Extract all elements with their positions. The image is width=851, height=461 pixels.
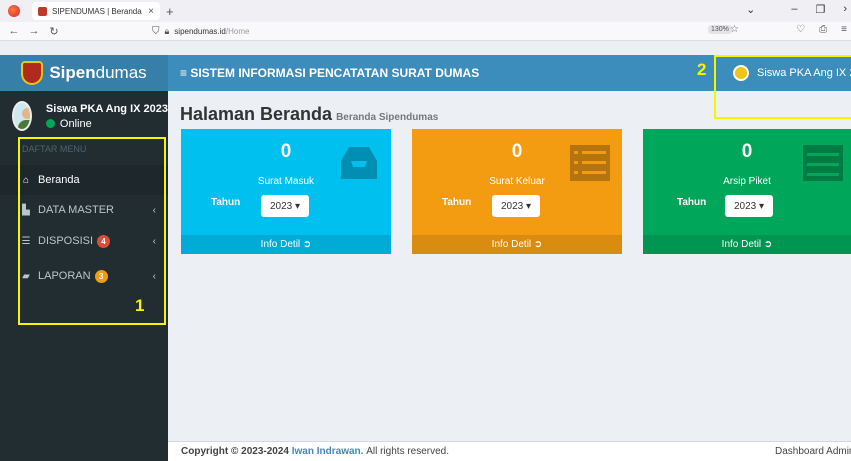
online-dot-icon <box>45 119 55 128</box>
pocket-icon[interactable]: ♡ <box>796 24 805 35</box>
surat-masuk-year-select[interactable]: 2023 ▾ <box>261 195 309 217</box>
list-icon <box>803 145 843 181</box>
arsip-piket-year-select[interactable]: 2023 ▾ <box>725 195 773 217</box>
year-label: Tahun <box>677 197 707 208</box>
back-icon[interactable]: ← <box>8 25 20 37</box>
browser-logo-icon <box>8 5 20 17</box>
tab-title: SIPENDUMAS | Beranda <box>52 6 142 16</box>
lock-icon[interactable]: 🔒︎ <box>165 26 170 37</box>
caret-down-icon: ▾ <box>756 200 765 212</box>
browser-tab-bar: SIPENDUMAS | Beranda × + ⌄ – ❐ › <box>0 0 851 22</box>
surat-masuk-info-link[interactable]: Info Detil ➲ <box>181 235 391 254</box>
favicon-icon <box>38 6 47 16</box>
surat-keluar-info-link[interactable]: Info Detil ➲ <box>412 235 622 254</box>
surat-keluar-box: 0 Surat Keluar Tahun 2023 ▾ Info Detil ➲ <box>412 129 622 254</box>
user-status: Online <box>45 118 168 130</box>
window-controls: ⌄ – ❐ › <box>746 3 847 16</box>
brand-logo[interactable]: Sipen dumas <box>0 55 168 91</box>
list-alt-icon <box>570 145 610 181</box>
caret-down-icon: ▾ <box>523 200 532 212</box>
arrow-circle-right-icon: ➲ <box>533 239 543 250</box>
surat-masuk-box: 0 Surat Masuk Tahun 2023 ▾ Info Detil ➲ <box>181 129 391 254</box>
reload-icon[interactable]: ↻ <box>48 25 60 38</box>
year-label: Tahun <box>211 197 241 208</box>
browser-url-bar: ← → ↻ ⛉ 🔒︎ sipendumas.id/Home 130% ☆ ♡ ⎙… <box>0 22 851 41</box>
footer-right-text: Dashboard Admin <box>775 446 851 457</box>
tab-list-chevron-icon[interactable]: ⌄ <box>746 3 755 16</box>
bookmark-star-icon[interactable]: ☆ <box>730 24 739 35</box>
shield-icon[interactable]: ⛉ <box>152 26 160 37</box>
surat-keluar-year-select[interactable]: 2023 ▾ <box>492 195 540 217</box>
caret-down-icon: ▾ <box>292 200 301 212</box>
user-panel: Siswa PKA Ang IX 2023 Online <box>0 91 168 141</box>
inbox-icon <box>341 147 377 179</box>
avatar <box>12 101 32 131</box>
close-window-icon[interactable]: › <box>843 3 847 16</box>
arsip-piket-box: 0 Arsip Piket Tahun 2023 ▾ Info Detil ➲ <box>643 129 851 254</box>
extensions-icon[interactable]: ⎙ <box>819 24 827 35</box>
url-input[interactable]: sipendumas.id/Home <box>174 27 249 36</box>
app-title: ≡ SISTEM INFORMASI PENCATATAN SURAT DUMA… <box>180 66 480 80</box>
police-emblem-icon <box>21 61 44 85</box>
annotation-box-2 <box>714 55 851 119</box>
minimize-icon[interactable]: – <box>791 3 797 16</box>
close-icon[interactable]: × <box>148 6 154 17</box>
page-footer: Copyright © 2023-2024 Iwan Indrawan. All… <box>168 441 851 461</box>
author-link[interactable]: Iwan Indrawan. <box>292 446 364 457</box>
zoom-level[interactable]: 130% <box>708 25 732 34</box>
copyright-text: Copyright © 2023-2024 Iwan Indrawan. All… <box>181 446 450 457</box>
new-tab-button[interactable]: + <box>166 4 174 19</box>
annotation-number-2: 2 <box>697 60 707 79</box>
browser-tab[interactable]: SIPENDUMAS | Beranda × <box>32 2 160 20</box>
menu-icon[interactable]: ≡ <box>841 24 847 35</box>
year-label: Tahun <box>442 197 472 208</box>
forward-icon[interactable]: → <box>28 25 40 37</box>
user-name: Siswa PKA Ang IX 2023 <box>45 102 168 115</box>
arsip-piket-info-link[interactable]: Info Detil ➲ <box>643 235 851 254</box>
page-subtitle: Beranda Sipendumas <box>336 112 439 123</box>
annotation-number-1: 1 <box>135 296 145 315</box>
arrow-circle-right-icon: ➲ <box>302 239 312 250</box>
maximize-icon[interactable]: ❐ <box>815 3 825 16</box>
arrow-circle-right-icon: ➲ <box>763 239 773 250</box>
browser-toolbar-right: ♡ ⎙ ≡ <box>796 24 847 35</box>
page-title: Halaman Beranda Beranda Sipendumas <box>180 104 439 124</box>
